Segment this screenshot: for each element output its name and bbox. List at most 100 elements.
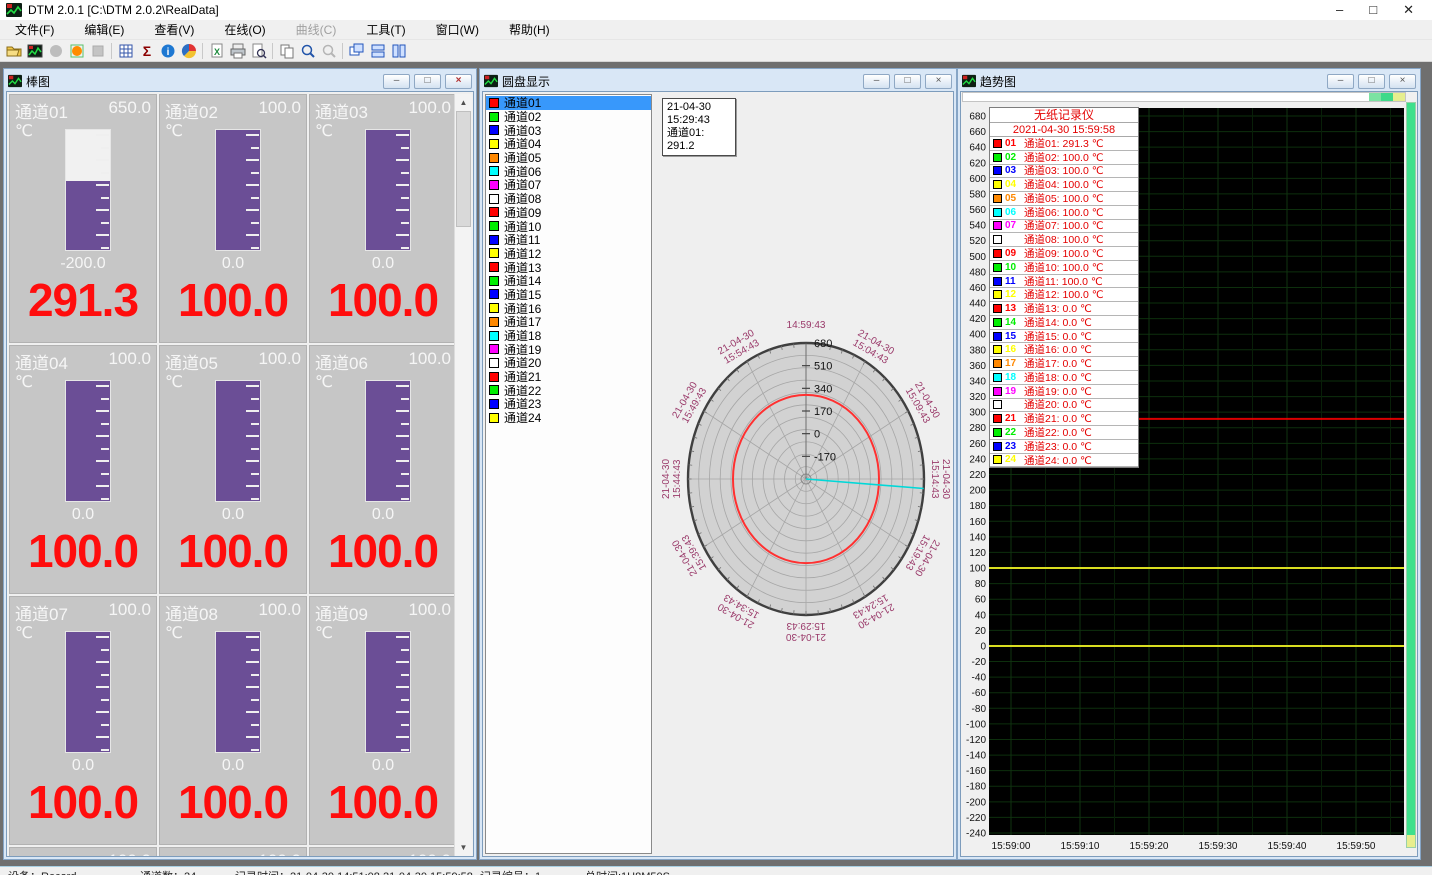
bar-gauge-cell-通道02: 通道02100.0℃0.0100.0 — [159, 94, 307, 343]
gauge-tick — [401, 147, 409, 149]
tile-vertical-icon[interactable] — [388, 41, 409, 61]
gauge-header: 通道05100.0 — [165, 349, 301, 374]
legend-color-swatch — [993, 249, 1002, 258]
gauge-min-value: 0.0 — [10, 757, 156, 775]
copy-icon[interactable] — [276, 41, 297, 61]
legend-channel-value: 通道15: 0.0 ℃ — [1024, 329, 1092, 344]
export-icon[interactable]: X — [206, 41, 227, 61]
gauge-tick — [396, 460, 409, 462]
gauge-channel-name: 通道03 — [315, 98, 368, 123]
gauge-tick — [101, 147, 109, 149]
svg-text:-100: -100 — [966, 719, 986, 730]
bar-gauge-cell-通道09: 通道09100.0℃0.0100.0 — [309, 596, 457, 845]
bar-vertical-scrollbar[interactable]: ▲ ▼ — [454, 94, 471, 856]
svg-text:460: 460 — [969, 283, 986, 294]
disc-list-item-通道24[interactable]: 通道24 — [486, 411, 651, 425]
menu-在线(O)[interactable]: 在线(O) — [209, 20, 280, 40]
legend-channel-value: 通道12: 100.0 ℃ — [1024, 287, 1104, 302]
menu-窗口(W)[interactable]: 窗口(W) — [421, 20, 494, 40]
print-preview-icon[interactable] — [248, 41, 269, 61]
toolbar: Σi X — [0, 40, 1432, 62]
trend-minimize-button[interactable]: – — [1327, 74, 1354, 89]
bar-window-titlebar[interactable]: 棒图 – □ × — [6, 71, 474, 91]
gauge-channel-name: 通道05 — [165, 349, 218, 374]
gauge-tick — [101, 423, 109, 425]
cascade-windows-icon[interactable] — [346, 41, 367, 61]
legend-channel-number: 02 — [1005, 152, 1021, 163]
svg-text:80: 80 — [975, 579, 987, 590]
trend-chart-window: 趋势图 – □ × 680660640620600580560540520500… — [957, 68, 1421, 860]
menu-帮助(H)[interactable]: 帮助(H) — [494, 20, 565, 40]
scroll-down-icon[interactable]: ▼ — [455, 839, 472, 856]
record-active-icon[interactable] — [66, 41, 87, 61]
disc-close-button[interactable]: × — [925, 74, 952, 89]
close-button[interactable]: ✕ — [1403, 2, 1414, 18]
gauge-tick — [96, 460, 109, 462]
gauge-tick — [251, 649, 259, 651]
gauge-tick — [401, 498, 409, 500]
gauge-channel-name: 通道02 — [165, 98, 218, 123]
pie-chart-icon[interactable] — [178, 41, 199, 61]
menu-编辑(E)[interactable]: 编辑(E) — [69, 20, 139, 40]
svg-text:170: 170 — [814, 406, 832, 418]
zoom-icon[interactable] — [297, 41, 318, 61]
scroll-up-icon[interactable]: ▲ — [455, 94, 472, 111]
svg-text:480: 480 — [969, 267, 986, 278]
statistics-sigma-icon[interactable]: Σ — [136, 41, 157, 61]
main-titlebar[interactable]: DTM 2.0.1 [C:\DTM 2.0.2\RealData] – □ ✕ — [0, 0, 1432, 20]
gauge-tick — [246, 410, 259, 412]
info-icon[interactable]: i — [157, 41, 178, 61]
menu-工具(T)[interactable]: 工具(T) — [351, 20, 420, 40]
open-file-icon[interactable] — [3, 41, 24, 61]
gauge-tick — [96, 134, 109, 136]
realtime-display-icon[interactable] — [24, 41, 45, 61]
data-table-icon[interactable] — [115, 41, 136, 61]
record-disabled-icon[interactable] — [45, 41, 66, 61]
disc-maximize-button[interactable]: □ — [894, 74, 921, 89]
bar-close-button[interactable]: × — [445, 74, 472, 89]
legend-channel-number: 03 — [1005, 165, 1021, 176]
trend-maximize-button[interactable]: □ — [1358, 74, 1385, 89]
bar-maximize-button[interactable]: □ — [414, 74, 441, 89]
trend-window-titlebar[interactable]: 趋势图 – □ × — [960, 71, 1418, 91]
gauge-reading: 100.0 — [310, 273, 456, 327]
zoom-disabled-icon[interactable] — [318, 41, 339, 61]
svg-text:-200: -200 — [966, 797, 986, 808]
menu-文件(F)[interactable]: 文件(F) — [0, 20, 69, 40]
gauge-tick — [401, 674, 409, 676]
svg-text:580: 580 — [969, 189, 986, 200]
svg-text:260: 260 — [969, 439, 986, 450]
svg-text:240: 240 — [969, 454, 986, 465]
gauge-tick — [246, 184, 259, 186]
menu-查看(V)[interactable]: 查看(V) — [139, 20, 209, 40]
legend-color-swatch — [993, 414, 1002, 423]
gauge-channel-name: 通道12 — [315, 851, 368, 856]
scroll-thumb[interactable] — [456, 111, 471, 227]
print-icon[interactable] — [227, 41, 248, 61]
gauge-header: 通道04100.0 — [15, 349, 151, 374]
gauge-tick — [96, 435, 109, 437]
minimize-button[interactable]: – — [1336, 2, 1343, 18]
tile-horizontal-icon[interactable] — [367, 41, 388, 61]
gauge-tick — [246, 485, 259, 487]
maximize-button[interactable]: □ — [1369, 2, 1377, 18]
gauge-reading: 100.0 — [160, 524, 306, 578]
gauge-tick — [396, 134, 409, 136]
disc-minimize-button[interactable]: – — [863, 74, 890, 89]
tooltip-value: 通道01: 291.2 — [667, 127, 731, 153]
bar-minimize-button[interactable]: – — [383, 74, 410, 89]
gauge-channel-name: 通道09 — [315, 600, 368, 625]
stop-disabled-icon[interactable] — [87, 41, 108, 61]
gauge-channel-name: 通道07 — [15, 600, 68, 625]
gauge-header: 通道08100.0 — [165, 600, 301, 625]
channel-color-swatch — [489, 235, 499, 245]
legend-channel-number: 14 — [1005, 317, 1021, 328]
bar-gauge-cell-通道04: 通道04100.0℃0.0100.0 — [9, 345, 157, 594]
gauge-tick — [246, 435, 259, 437]
gauge-header: 通道07100.0 — [15, 600, 151, 625]
trend-close-button[interactable]: × — [1389, 74, 1416, 89]
channel-color-swatch — [489, 331, 499, 341]
disc-window-titlebar[interactable]: 圆盘显示 – □ × — [482, 71, 954, 91]
gauge-tick — [251, 724, 259, 726]
svg-text:340: 340 — [814, 383, 832, 395]
